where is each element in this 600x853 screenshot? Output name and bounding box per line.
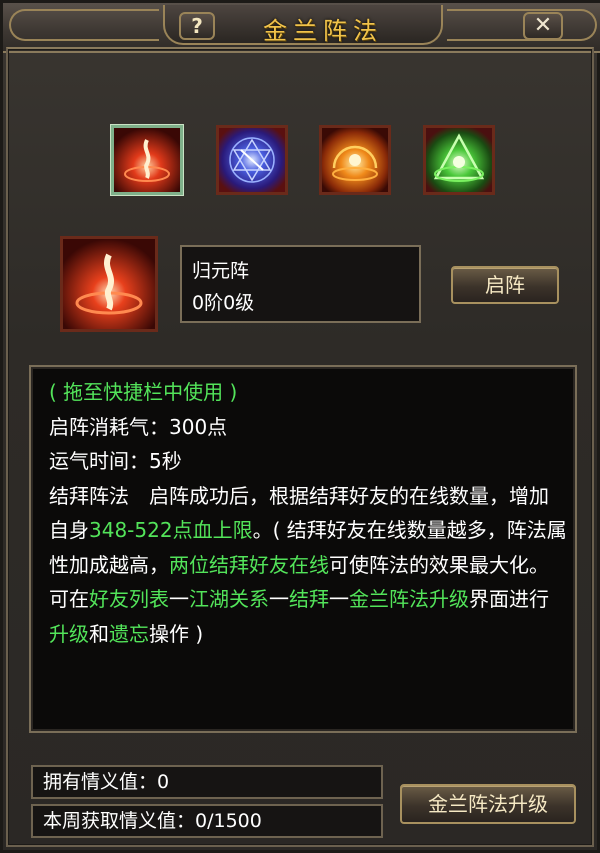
formation-tile-green[interactable] (423, 125, 495, 195)
friendship-value: 拥有情义值：0 (31, 765, 383, 799)
activate-formation-button[interactable]: 启阵 (451, 266, 559, 304)
title-ornament-right (447, 9, 597, 41)
title-ornament-left (9, 9, 159, 41)
title-bar[interactable]: ? 金兰阵法 ✕ (3, 3, 600, 53)
formation-tile-guiyuan[interactable] (111, 125, 183, 195)
window-title: 金兰阵法 (263, 17, 383, 45)
formation-tile-blue[interactable] (216, 125, 288, 195)
formation-tile-orange[interactable] (319, 125, 391, 195)
drag-hint: ( 拖至快捷栏中使用 ) (49, 380, 238, 404)
blue-star-formation-icon (219, 128, 285, 192)
formation-info-box: 归元阵 0阶0级 (180, 245, 421, 323)
weekly-friendship-value: 本周获取情义值：0/1500 (31, 804, 383, 838)
channel-time: 运气时间：5秒 (49, 449, 182, 473)
formation-window: ? 金兰阵法 ✕ 归元阵 0阶0级 启阵 (拖至快捷栏中使用) 启阵消耗气：… (0, 0, 600, 853)
formation-level: 0阶0级 (192, 292, 255, 314)
formation-description: ( 拖至快捷栏中使用 ) 启阵消耗气：300点 运气时间：5秒 结拜阵法 启阵成… (29, 365, 577, 733)
orange-flame-formation-icon (322, 128, 388, 192)
activation-cost: 启阵消耗气：300点 (49, 414, 228, 439)
help-button[interactable]: ? (179, 12, 215, 40)
green-triangle-formation-icon (426, 128, 492, 192)
red-flame-formation-icon (114, 128, 180, 192)
red-flame-formation-large-icon (63, 239, 155, 329)
close-button[interactable]: ✕ (523, 12, 563, 40)
description-body: 结拜阵法 启阵成功后，根据结拜好友的在线数量，增加自身348-522点血上限。(… (49, 483, 567, 646)
selected-formation-icon (60, 236, 158, 332)
formation-name: 归元阵 (192, 260, 250, 282)
upgrade-formation-button[interactable]: 金兰阵法升级 (400, 784, 576, 824)
